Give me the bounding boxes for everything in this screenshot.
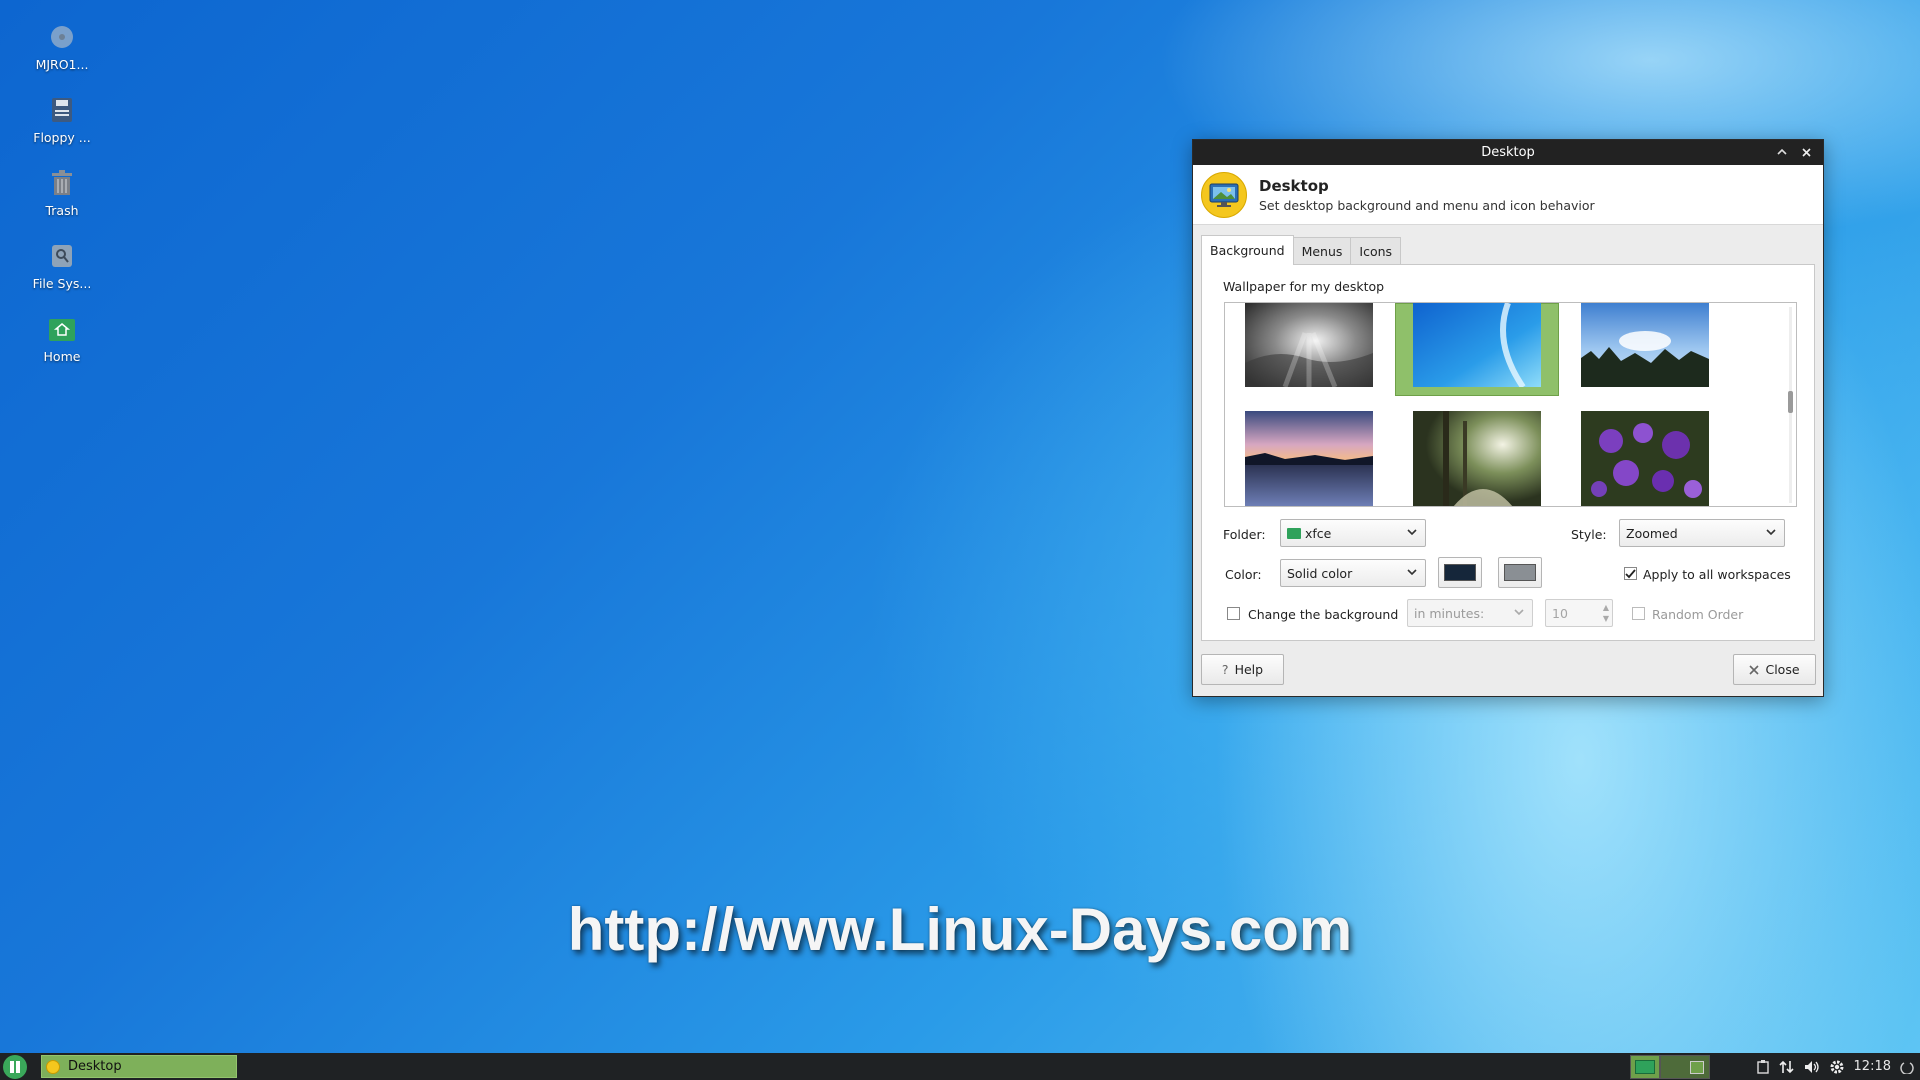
tab-background[interactable]: Background <box>1201 235 1294 265</box>
random-order-label: Random Order <box>1652 607 1744 622</box>
network-icon[interactable] <box>1778 1059 1795 1075</box>
color-label: Color: <box>1225 567 1262 582</box>
apply-all-checkbox[interactable] <box>1624 567 1637 580</box>
apply-all-label: Apply to all workspaces <box>1643 567 1791 582</box>
desktop-icon-disc[interactable]: MJRO1... <box>20 20 104 93</box>
window-titlebar[interactable]: Desktop <box>1193 140 1823 165</box>
tab-icons[interactable]: Icons <box>1350 237 1402 265</box>
change-background-label: Change the background <box>1248 607 1399 622</box>
wallpaper-thumb-flowers[interactable] <box>1581 411 1709 506</box>
disc-icon <box>47 22 77 52</box>
desktop-icon-floppy[interactable]: Floppy ... <box>20 93 104 166</box>
checkmark-icon <box>1625 569 1636 579</box>
color-mode-select[interactable]: Solid color <box>1280 559 1426 587</box>
close-icon <box>1749 664 1760 675</box>
chevron-down-icon <box>1407 569 1417 576</box>
folder-select[interactable]: xfce <box>1280 519 1426 547</box>
power-icon[interactable] <box>1900 1060 1914 1074</box>
desktop-icons: MJRO1... Floppy ... Trash File Sys... Ho… <box>20 20 104 385</box>
background-panel: Wallpaper for my desktop Folder: xfce St… <box>1201 264 1815 641</box>
style-label: Style: <box>1571 527 1607 542</box>
wallpaper-thumb-sky[interactable] <box>1581 303 1709 387</box>
wallpaper-scrollbar[interactable] <box>1788 307 1793 503</box>
spin-down-icon[interactable]: ▼ <box>1603 613 1609 624</box>
desktop-settings-icon <box>46 1059 60 1074</box>
interval-unit-value: in minutes: <box>1414 605 1485 621</box>
floppy-icon <box>47 95 77 125</box>
color-mode-value: Solid color <box>1287 565 1353 581</box>
desktop-icon-label: Trash <box>45 203 79 218</box>
primary-color-swatch <box>1444 564 1476 581</box>
maximize-button[interactable] <box>1773 143 1791 161</box>
clock[interactable]: 12:18 <box>1854 1059 1891 1074</box>
desktop-icon-home[interactable]: Home <box>20 312 104 385</box>
tab-menus[interactable]: Menus <box>1292 237 1352 265</box>
watermark-text: http://www.Linux-Days.com <box>567 896 1353 963</box>
wallpaper-thumb-blue[interactable] <box>1413 303 1541 389</box>
interval-spinner[interactable]: 10 ▲ ▼ <box>1545 599 1613 627</box>
wallpaper-thumb-clouds[interactable] <box>1245 303 1373 388</box>
desktop-icon-label: MJRO1... <box>35 57 89 72</box>
secondary-color-swatch <box>1504 564 1536 581</box>
settings-gear-icon[interactable] <box>1829 1059 1845 1075</box>
filesystem-icon <box>47 241 77 271</box>
workspace-1[interactable] <box>1630 1055 1660 1079</box>
dialog-header: Desktop Set desktop background and menu … <box>1193 165 1823 225</box>
home-folder-icon <box>47 314 77 344</box>
close-window-button[interactable] <box>1797 143 1815 161</box>
wallpaper-list[interactable] <box>1224 302 1797 507</box>
change-background-checkbox[interactable] <box>1227 607 1240 620</box>
wallpaper-thumb-lake[interactable] <box>1245 411 1373 506</box>
trash-icon <box>47 168 77 198</box>
volume-icon[interactable] <box>1804 1060 1820 1074</box>
desktop-settings-window: Desktop Desktop Set desktop background a… <box>1192 139 1824 697</box>
clipboard-icon[interactable] <box>1756 1059 1770 1074</box>
spin-up-icon[interactable]: ▲ <box>1603 602 1609 613</box>
desktop-icon-label: File Sys... <box>32 276 92 291</box>
help-icon: ? <box>1221 662 1229 677</box>
chevron-up-icon <box>1777 148 1787 155</box>
desktop-icon-label: Floppy ... <box>33 130 91 145</box>
help-button[interactable]: ? Help <box>1201 654 1284 685</box>
close-button[interactable]: Close <box>1733 654 1816 685</box>
tab-bar: Background Menus Icons <box>1201 235 1402 265</box>
desktop-icon-trash[interactable]: Trash <box>20 166 104 239</box>
workspace-2[interactable] <box>1660 1055 1710 1079</box>
dialog-subheading: Set desktop background and menu and icon… <box>1259 197 1595 213</box>
chevron-down-icon <box>1514 609 1524 616</box>
app-menu-button[interactable] <box>3 1054 27 1079</box>
interval-unit-select[interactable]: in minutes: <box>1407 599 1533 627</box>
close-label: Close <box>1765 662 1800 677</box>
workspace-switcher[interactable] <box>1630 1055 1710 1079</box>
help-label: Help <box>1234 662 1264 677</box>
window-title: Desktop <box>1481 145 1535 160</box>
dialog-heading: Desktop <box>1259 176 1329 195</box>
close-icon <box>1801 147 1811 157</box>
system-tray: 12:18 <box>1756 1053 1914 1080</box>
style-value: Zoomed <box>1626 525 1678 541</box>
desktop-settings-icon <box>1201 171 1247 218</box>
taskbar-item-desktop[interactable]: Desktop <box>41 1055 237 1078</box>
desktop-icon-label: Home <box>43 349 81 364</box>
taskbar: Desktop 12:18 <box>0 1053 1920 1080</box>
folder-value: xfce <box>1305 525 1332 541</box>
menu-icon <box>10 1060 20 1073</box>
chevron-down-icon <box>1407 529 1417 536</box>
secondary-color-button[interactable] <box>1498 557 1542 588</box>
taskbar-item-label: Desktop <box>68 1059 122 1074</box>
primary-color-button[interactable] <box>1438 557 1482 588</box>
desktop-icon-filesystem[interactable]: File Sys... <box>20 239 104 312</box>
style-select[interactable]: Zoomed <box>1619 519 1785 547</box>
interval-value: 10 <box>1552 605 1568 621</box>
wallpaper-thumb-forest[interactable] <box>1413 411 1541 506</box>
random-order-checkbox[interactable] <box>1632 607 1645 620</box>
chevron-down-icon <box>1766 529 1776 536</box>
folder-label: Folder: <box>1223 527 1266 542</box>
wallpaper-label: Wallpaper for my desktop <box>1223 279 1385 294</box>
folder-icon <box>1287 528 1301 539</box>
